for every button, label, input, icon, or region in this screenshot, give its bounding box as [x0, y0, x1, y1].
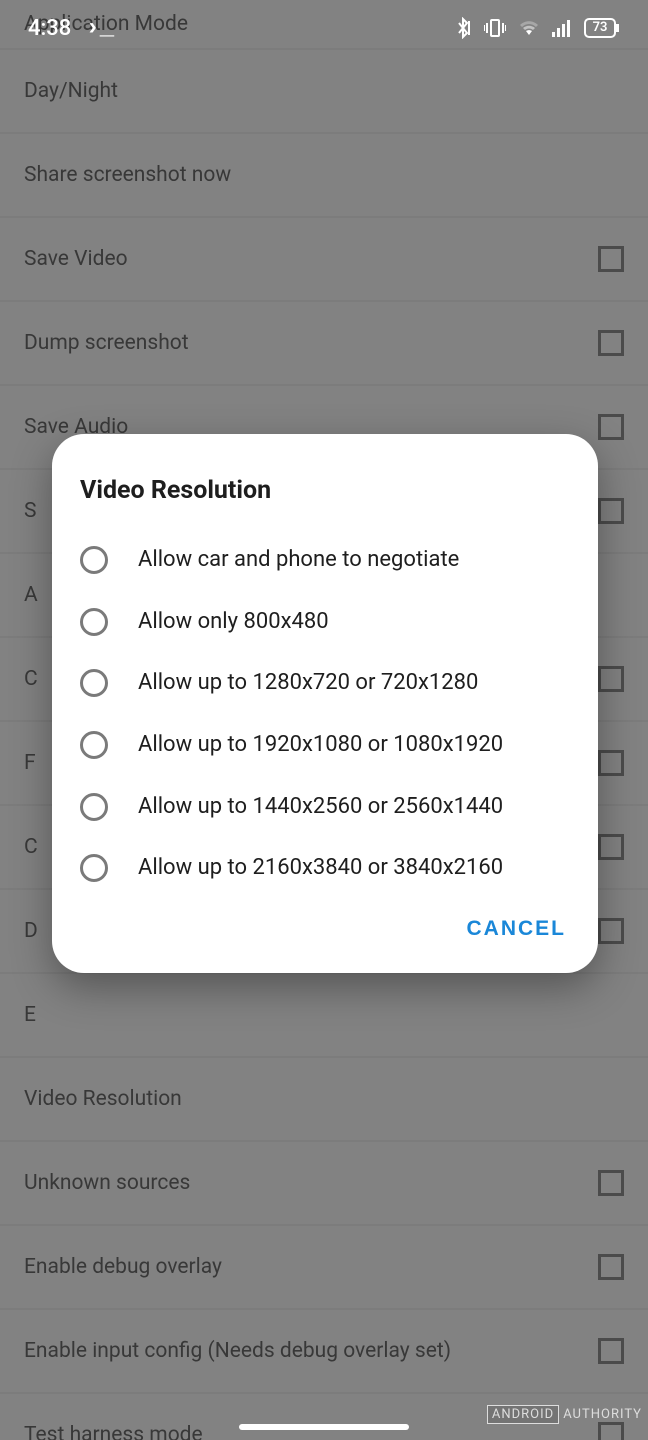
radio-button[interactable] — [80, 854, 108, 882]
watermark-b: AUTHORITY — [563, 1407, 642, 1422]
radio-button[interactable] — [80, 793, 108, 821]
video-resolution-dialog: Video Resolution Allow car and phone to … — [52, 434, 598, 973]
radio-button[interactable] — [80, 546, 108, 574]
status-time: 4:38 — [28, 16, 71, 41]
resolution-option[interactable]: Allow up to 1920x1080 or 1080x1920 — [52, 714, 598, 776]
vibrate-icon — [484, 18, 506, 38]
terminal-icon: ›_ — [85, 15, 114, 42]
watermark-a: ANDROID — [487, 1405, 559, 1424]
resolution-option[interactable]: Allow up to 1280x720 or 720x1280 — [52, 652, 598, 714]
gesture-bar[interactable] — [239, 1424, 409, 1430]
resolution-option[interactable]: Allow up to 1440x2560 or 2560x1440 — [52, 776, 598, 838]
status-bar: 4:38 ›_ 73 — [0, 0, 648, 56]
dialog-actions: CANCEL — [52, 899, 598, 953]
option-label: Allow up to 1280x720 or 720x1280 — [138, 668, 478, 698]
option-label: Allow car and phone to negotiate — [138, 545, 459, 575]
option-label: Allow only 800x480 — [138, 607, 329, 637]
resolution-option[interactable]: Allow only 800x480 — [52, 591, 598, 653]
battery-level: 73 — [584, 18, 616, 38]
option-label: Allow up to 1440x2560 or 2560x1440 — [138, 792, 503, 822]
option-label: Allow up to 1920x1080 or 1080x1920 — [138, 730, 503, 760]
resolution-option[interactable]: Allow up to 2160x3840 or 3840x2160 — [52, 837, 598, 899]
bluetooth-icon — [454, 17, 472, 39]
resolution-option[interactable]: Allow car and phone to negotiate — [52, 529, 598, 591]
radio-button[interactable] — [80, 731, 108, 759]
wifi-icon — [518, 19, 540, 37]
radio-button[interactable] — [80, 608, 108, 636]
radio-button[interactable] — [80, 669, 108, 697]
battery-icon: 73 — [584, 18, 620, 38]
watermark: ANDROID AUTHORITY — [487, 1405, 642, 1424]
option-label: Allow up to 2160x3840 or 3840x2160 — [138, 853, 503, 883]
cancel-button[interactable]: CANCEL — [467, 917, 567, 941]
signal-icon — [552, 19, 572, 37]
dialog-title: Video Resolution — [52, 466, 598, 529]
